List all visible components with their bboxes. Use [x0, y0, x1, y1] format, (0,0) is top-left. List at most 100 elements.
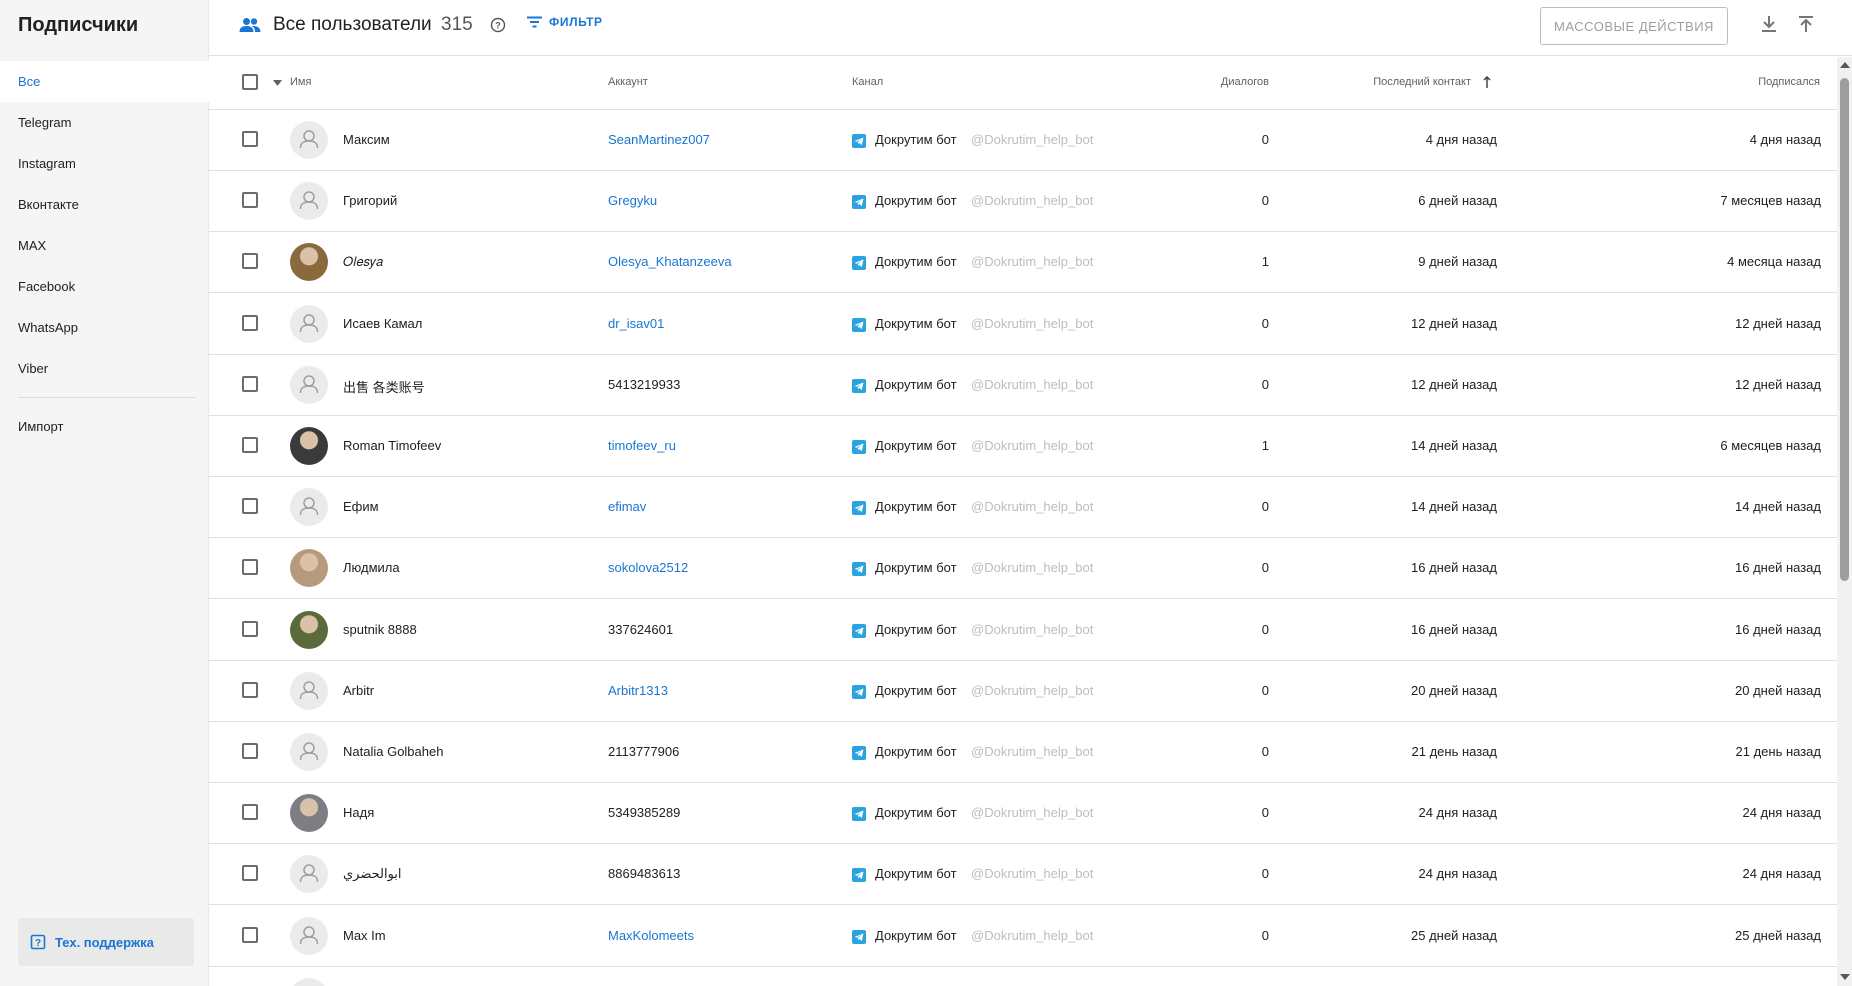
table-row[interactable] [209, 967, 1837, 986]
sidebar-item-telegram[interactable]: Telegram [0, 102, 209, 143]
filter-button[interactable]: ФИЛЬТР [527, 15, 603, 29]
avatar [290, 304, 328, 343]
app: Подписчики Все Telegram Instagram Вконта… [0, 0, 1852, 986]
user-placeholder-icon [299, 864, 319, 883]
channel-handle: @Dokrutim_help_bot [971, 438, 1094, 453]
row-checkbox[interactable] [242, 314, 258, 331]
table-row[interactable]: Arbitr Arbitr1313 Докрутим бот @Dokrutim_he… [209, 661, 1837, 722]
user-account[interactable]: Gregyku [608, 193, 657, 208]
support-label: Тех. поддержка [55, 934, 154, 950]
row-checkbox[interactable] [242, 192, 258, 209]
sidebar-item-instagram[interactable]: Instagram [0, 143, 209, 184]
column-channel[interactable]: Канал [852, 76, 883, 88]
mass-actions-button[interactable]: МАССОВЫЕ ДЕЙСТВИЯ [1540, 7, 1728, 45]
table-row[interactable]: sputnik 8888 337624601 Докрутим бот @Dokrut… [209, 600, 1837, 661]
telegram-icon [852, 562, 866, 577]
vertical-scrollbar[interactable] [1837, 57, 1852, 986]
select-all-checkbox[interactable] [242, 74, 258, 90]
header: Все пользователи 315 ? ФИЛЬТР МАССОВЫЕ Д… [209, 0, 1852, 56]
user-account[interactable]: sokolova2512 [608, 560, 688, 575]
table-row[interactable]: Григорий Gregyku Докрутим бот @Dokrutim_hel… [209, 171, 1837, 233]
row-checkbox[interactable] [242, 865, 258, 882]
telegram-icon [852, 256, 866, 271]
column-subscribed[interactable]: Подписался [1758, 76, 1820, 88]
channel-handle: @Dokrutim_help_bot [971, 132, 1094, 147]
user-account: 2113777906 [608, 744, 680, 759]
user-account[interactable]: MaxKolomeets [608, 928, 694, 943]
user-placeholder-icon [299, 130, 319, 149]
user-account[interactable]: efimav [608, 499, 646, 514]
user-placeholder-icon [299, 375, 319, 393]
row-checkbox[interactable] [242, 620, 258, 637]
column-account[interactable]: Аккаунт [608, 76, 648, 88]
avatar [290, 610, 328, 649]
user-account[interactable]: SeanMartinez007 [608, 132, 710, 147]
user-placeholder-icon [299, 925, 319, 944]
table-row[interactable]: Максим SeanMartinez007 Докрутим бот @Dokrut… [209, 110, 1837, 171]
row-checkbox[interactable] [242, 131, 258, 147]
sidebar-item-max[interactable]: MAX [0, 225, 209, 266]
channel-name: Докрутим бот [875, 805, 957, 821]
user-placeholder-icon [299, 681, 319, 699]
row-checkbox[interactable] [242, 498, 258, 515]
table-row[interactable]: Надя 5349385289 Докрутим бот @Dokrutim_help… [209, 783, 1837, 845]
sidebar-item-all[interactable]: Все [0, 61, 209, 102]
sidebar-item-facebook[interactable]: Facebook [0, 266, 209, 307]
subscribed-date: 20 дней назад [1735, 682, 1821, 698]
last-contact: 12 дней назад [1411, 376, 1497, 392]
page-title: Все пользователи [273, 14, 432, 35]
users-icon [239, 18, 261, 32]
avatar [290, 427, 328, 465]
avatar [290, 549, 328, 588]
table-row[interactable]: Roman Timofeev timofeev_ru Докрутим бот @Do… [209, 416, 1837, 477]
column-last-contact[interactable]: Последний контакт [1373, 76, 1471, 88]
row-checkbox[interactable] [242, 559, 258, 576]
sidebar-item-viber[interactable]: Viber [0, 348, 209, 389]
subscribed-date: 21 день назад [1735, 744, 1822, 759]
row-checkbox[interactable] [242, 437, 258, 453]
column-name[interactable]: Имя [290, 76, 311, 88]
row-checkbox[interactable] [242, 681, 258, 698]
user-name: Natalia Golbaheh [343, 744, 444, 759]
user-account[interactable]: timofeev_ru [608, 438, 676, 453]
sidebar-item-vkontakte[interactable]: Вконтакте [0, 184, 209, 225]
channel-name: Докрутим бот [875, 315, 957, 331]
table-row[interactable]: 𝑂𝑙𝑒𝑠𝑦𝑎 Olesya_Khatanzeeva Докрутим бот @Dok… [209, 232, 1837, 294]
scroll-up-arrow[interactable] [1840, 62, 1850, 68]
table-row[interactable]: Natalia Golbaheh 2113777906 Докрутим бот @D… [209, 722, 1837, 783]
table-row[interactable]: Ефим efimav Докрутим бот @Dokrutim_help_bot… [209, 477, 1837, 539]
user-account[interactable]: Olesya_Khatanzeeva [608, 254, 732, 269]
sort-asc-arrow-icon[interactable] [1483, 76, 1491, 88]
last-contact: 16 дней назад [1411, 560, 1497, 576]
download-icon[interactable] [1761, 15, 1777, 33]
row-checkbox[interactable] [242, 375, 258, 392]
row-checkbox[interactable] [242, 926, 258, 943]
column-dialogs[interactable]: Диалогов [1221, 76, 1269, 88]
table-row[interactable]: Исаев Камал dr_isav01 Докрутим бот @Dokruti… [209, 294, 1837, 355]
row-checkbox[interactable] [242, 743, 258, 759]
scroll-thumb[interactable] [1840, 78, 1849, 581]
sidebar-item-import[interactable]: Импорт [0, 406, 209, 447]
table-row[interactable]: 出售 各类账号 5413219933 Докрутим бот @Dokrutim_h… [209, 355, 1837, 416]
upload-icon[interactable] [1798, 15, 1814, 33]
row-checkbox[interactable] [242, 253, 258, 270]
last-contact: 4 дня назад [1425, 132, 1497, 147]
table-row[interactable]: Людмила sokolova2512 Докрутим бот @Dokrutim… [209, 538, 1837, 600]
support-button[interactable]: ? Тех. поддержка [18, 918, 194, 966]
user-account[interactable]: Arbitr1313 [608, 683, 668, 698]
channel-name: Докрутим бот [875, 621, 957, 637]
user-account[interactable]: dr_isav01 [608, 316, 664, 331]
subscribed-date: 24 дня назад [1742, 866, 1821, 882]
scroll-down-arrow[interactable] [1840, 974, 1850, 980]
row-checkbox[interactable] [242, 804, 258, 821]
telegram-icon [852, 440, 866, 454]
table-row[interactable]: Max Im MaxKolomeets Докрутим бот @Dokrutim_… [209, 906, 1837, 967]
avatar [290, 671, 328, 710]
help-icon[interactable]: ? [490, 17, 506, 33]
user-name: Max Im [343, 927, 386, 943]
channel-name: Докрутим бот [875, 560, 957, 576]
support-icon: ? [30, 934, 46, 950]
sidebar-item-whatsapp[interactable]: WhatsApp [0, 307, 209, 348]
sort-desc-icon[interactable] [273, 80, 282, 86]
table-row[interactable]: ابوالحضري 8869483613 Докрутим бот @Dokrutim… [209, 844, 1837, 906]
